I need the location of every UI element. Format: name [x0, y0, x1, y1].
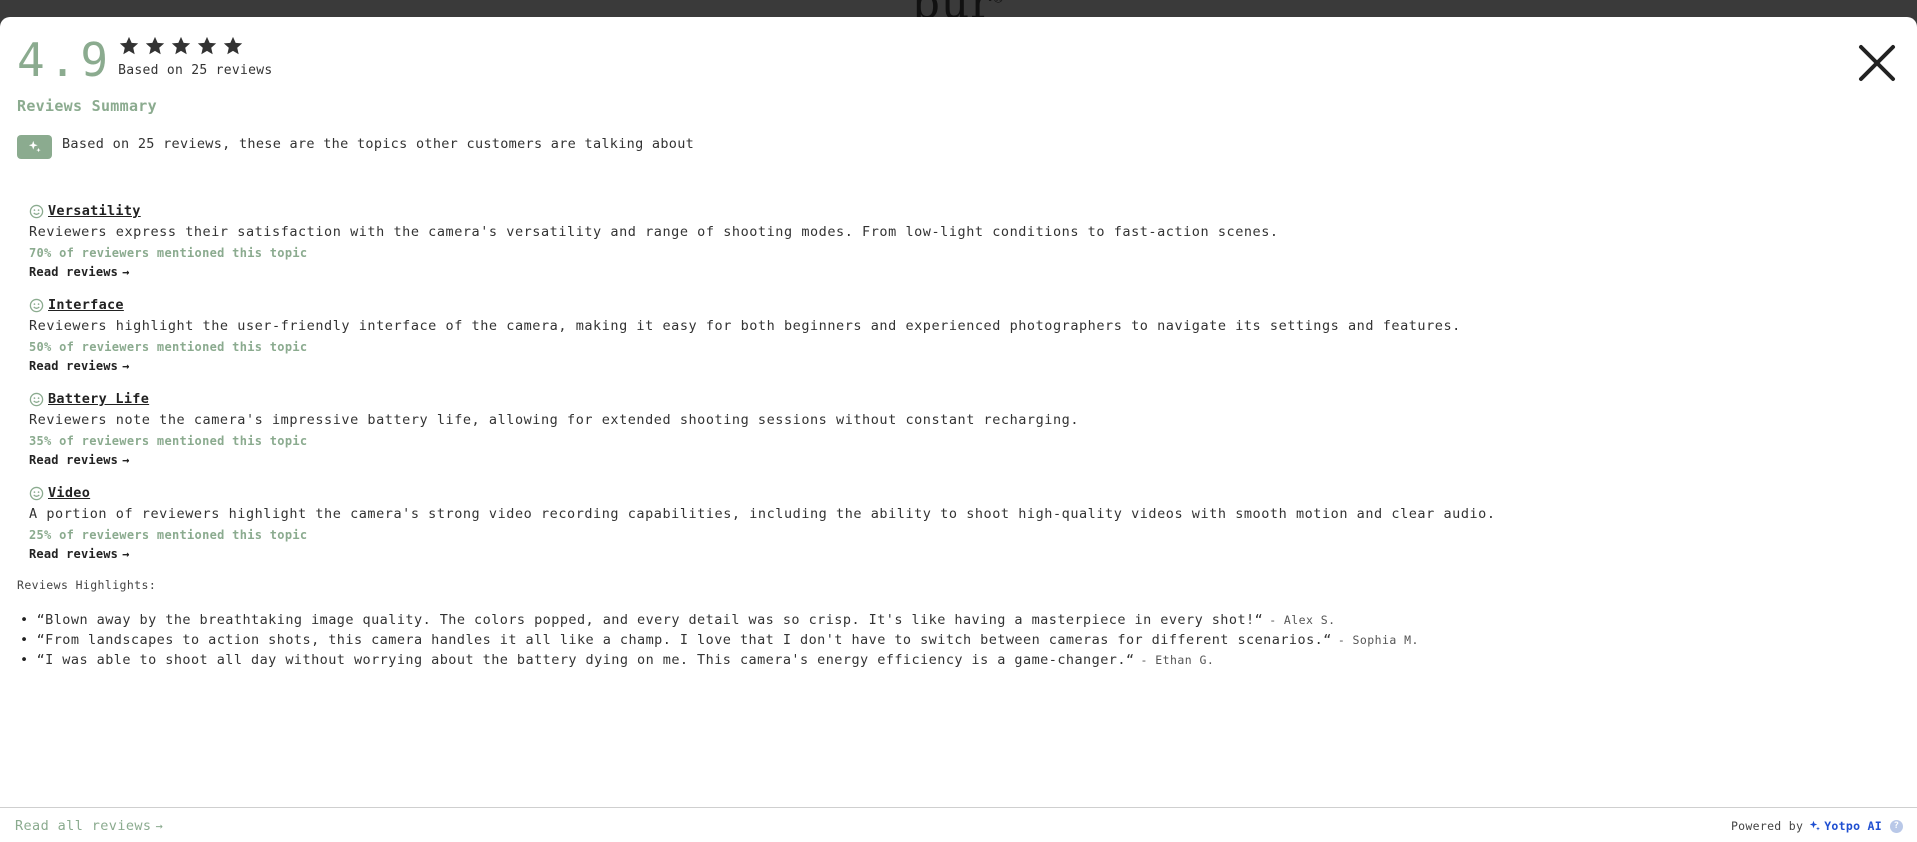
- star-rating: [118, 35, 272, 57]
- close-button[interactable]: [1853, 39, 1901, 87]
- topic-description: Reviewers note the camera's impressive b…: [29, 412, 1079, 428]
- backdrop-logo-mark: ®: [992, 0, 1005, 5]
- highlight-quote: “Blown away by the breathtaking image qu…: [36, 612, 1264, 628]
- topics-list: Versatility Reviewers express their sati…: [29, 202, 1829, 578]
- topic-name[interactable]: Video: [48, 485, 90, 501]
- ai-intro: Based on 25 reviews, these are the topic…: [17, 135, 694, 159]
- arrow-right-icon: →: [122, 265, 130, 279]
- topic-description: A portion of reviewers highlight the cam…: [29, 506, 1496, 522]
- topic-video: Video A portion of reviewers highlight t…: [29, 484, 1829, 562]
- highlight-item: “Blown away by the breathtaking image qu…: [20, 610, 1419, 630]
- read-reviews-link[interactable]: Read reviews →: [29, 359, 130, 373]
- arrow-right-icon: →: [122, 547, 130, 561]
- sparkle-icon: [28, 140, 41, 153]
- rating-summary: 4.9 Based on 25 reviews: [17, 31, 273, 89]
- read-reviews-label: Read reviews: [29, 453, 119, 467]
- smiley-icon: [29, 298, 44, 312]
- highlight-item: “From landscapes to action shots, this c…: [20, 630, 1419, 650]
- ai-intro-text: Based on 25 reviews, these are the topic…: [62, 136, 695, 152]
- highlight-quote: “From landscapes to action shots, this c…: [36, 632, 1332, 648]
- highlight-author: - Alex S.: [1269, 613, 1336, 627]
- modal-footer: Read all reviews → Powered by Yotpo AI ?: [0, 807, 1917, 842]
- topic-description: Reviewers express their satisfaction wit…: [29, 224, 1279, 240]
- arrow-right-icon: →: [155, 819, 164, 833]
- based-on-count: Based on 25 reviews: [118, 63, 273, 78]
- topic-versatility: Versatility Reviewers express their sati…: [29, 202, 1829, 280]
- highlight-author: - Ethan G.: [1140, 653, 1215, 667]
- topic-mention-rate: 50% of reviewers mentioned this topic: [29, 340, 308, 354]
- arrow-right-icon: →: [122, 453, 130, 467]
- arrow-right-icon: →: [122, 359, 130, 373]
- topic-name[interactable]: Versatility: [48, 203, 141, 219]
- topic-mention-rate: 25% of reviewers mentioned this topic: [29, 528, 308, 542]
- yotpo-brand: Yotpo AI: [1824, 819, 1882, 833]
- topic-description: Reviewers highlight the user-friendly in…: [29, 318, 1461, 334]
- sparkle-icon: [1809, 820, 1821, 831]
- highlights-label: Reviews Highlights:: [17, 578, 157, 592]
- read-reviews-link[interactable]: Read reviews →: [29, 453, 130, 467]
- highlight-author: - Sophia M.: [1337, 633, 1419, 647]
- smiley-icon: [29, 486, 44, 500]
- powered-by: Powered by Yotpo AI ?: [1731, 819, 1903, 833]
- read-reviews-link[interactable]: Read reviews →: [29, 265, 130, 279]
- highlights-list: “Blown away by the breathtaking image qu…: [20, 610, 1419, 670]
- smiley-icon: [29, 392, 44, 406]
- smiley-icon: [29, 204, 44, 218]
- highlight-item: “I was able to shoot all day without wor…: [20, 650, 1419, 670]
- highlight-quote: “I was able to shoot all day without wor…: [36, 652, 1135, 668]
- ai-badge: [17, 135, 52, 159]
- close-icon: [1859, 45, 1895, 81]
- topic-mention-rate: 35% of reviewers mentioned this topic: [29, 434, 308, 448]
- topic-battery-life: Battery Life Reviewers note the camera's…: [29, 390, 1829, 468]
- star-icon: [197, 36, 217, 55]
- star-icon: [119, 36, 139, 55]
- help-icon[interactable]: ?: [1890, 819, 1903, 833]
- reviews-summary-modal: 4.9 Based on 25 reviews Reviews Summary …: [0, 17, 1917, 842]
- star-icon: [223, 36, 243, 55]
- read-reviews-label: Read reviews: [29, 547, 119, 561]
- star-icon: [145, 36, 165, 55]
- topic-name[interactable]: Battery Life: [48, 391, 149, 407]
- average-rating: 4.9: [17, 33, 113, 87]
- yotpo-ai-link[interactable]: Yotpo AI: [1809, 819, 1882, 833]
- read-all-reviews-link[interactable]: Read all reviews →: [15, 818, 163, 834]
- read-reviews-label: Read reviews: [29, 359, 119, 373]
- topic-interface: Interface Reviewers highlight the user-f…: [29, 296, 1829, 374]
- read-reviews-label: Read reviews: [29, 265, 119, 279]
- star-icon: [171, 36, 191, 55]
- topic-mention-rate: 70% of reviewers mentioned this topic: [29, 246, 308, 260]
- read-reviews-link[interactable]: Read reviews →: [29, 547, 130, 561]
- summary-title: Reviews Summary: [17, 97, 157, 115]
- read-all-label: Read all reviews: [15, 818, 152, 834]
- topic-name[interactable]: Interface: [48, 297, 124, 313]
- powered-by-label: Powered by: [1730, 819, 1804, 833]
